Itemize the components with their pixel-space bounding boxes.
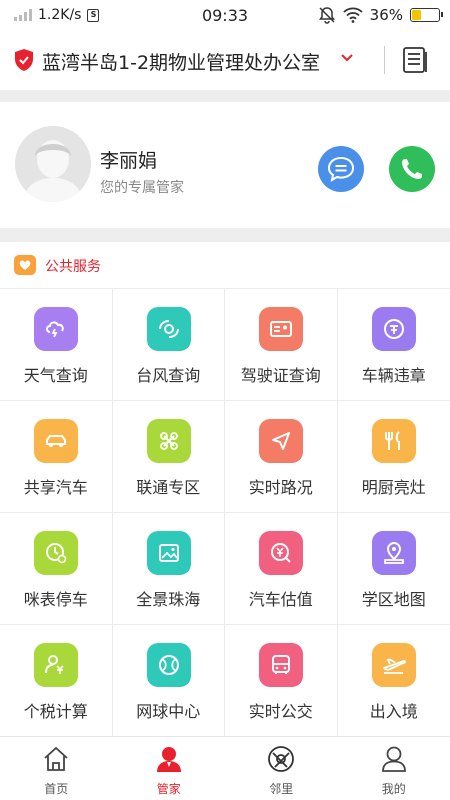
navigation-icon bbox=[259, 419, 303, 463]
service-item[interactable]: 车辆违章 bbox=[337, 289, 450, 401]
service-label: 明厨亮灶 bbox=[361, 478, 426, 497]
service-item[interactable]: 咪表停车 bbox=[0, 513, 113, 625]
phone-icon bbox=[402, 159, 422, 179]
service-item[interactable]: 个税计算 bbox=[0, 625, 113, 737]
service-label: 天气查询 bbox=[23, 366, 88, 385]
heart-hand-icon bbox=[14, 255, 36, 275]
id-card-icon bbox=[259, 307, 303, 351]
battery-percent: 36% bbox=[369, 6, 403, 24]
service-item[interactable]: 出入境 bbox=[337, 625, 450, 737]
chevron-down-icon[interactable] bbox=[340, 51, 354, 65]
service-label: 驾驶证查询 bbox=[240, 366, 321, 385]
service-label: 出入境 bbox=[369, 702, 418, 721]
tab-profile[interactable]: 我的 bbox=[338, 737, 450, 800]
neighbor-icon bbox=[268, 746, 294, 772]
service-label: 网球中心 bbox=[136, 702, 201, 721]
service-item[interactable]: 天气查询 bbox=[0, 289, 113, 401]
chat-icon bbox=[327, 156, 355, 183]
section-gap bbox=[0, 228, 450, 242]
service-item[interactable]: 实时公交 bbox=[225, 625, 338, 737]
tax-icon bbox=[34, 643, 78, 687]
service-label: 台风查询 bbox=[136, 366, 201, 385]
avatar[interactable] bbox=[15, 126, 91, 202]
service-item[interactable]: 共享汽车 bbox=[0, 401, 113, 513]
profile-icon bbox=[381, 746, 406, 772]
service-label: 共享汽车 bbox=[23, 478, 88, 497]
service-label: 实时公交 bbox=[248, 702, 313, 721]
service-label: 个税计算 bbox=[23, 702, 88, 721]
service-item[interactable]: 驾驶证查询 bbox=[225, 289, 338, 401]
divider bbox=[384, 46, 385, 74]
wifi-icon bbox=[343, 7, 363, 23]
service-label: 全景珠海 bbox=[136, 590, 201, 609]
service-item[interactable]: 明厨亮灶 bbox=[337, 401, 450, 513]
service-label: 车辆违章 bbox=[361, 366, 426, 385]
service-item[interactable]: 台风查询 bbox=[112, 289, 225, 401]
typhoon-icon bbox=[146, 307, 191, 351]
section-title: 公共服务 bbox=[45, 259, 101, 275]
tab-label: 邻里 bbox=[269, 782, 294, 796]
steward-icon bbox=[156, 747, 181, 772]
tab-label: 管家 bbox=[156, 782, 181, 796]
service-item[interactable]: 全景珠海 bbox=[112, 513, 225, 625]
cloud-icon bbox=[34, 307, 78, 351]
document-icon[interactable] bbox=[401, 46, 429, 74]
service-label: 学区地图 bbox=[361, 590, 426, 609]
tab-bar: 首页 管家 邻里 我的 bbox=[0, 736, 450, 800]
call-button[interactable] bbox=[389, 146, 435, 192]
parking-meter-icon bbox=[34, 531, 78, 575]
steward-card: 李丽娟 您的专属管家 bbox=[0, 102, 450, 228]
service-item[interactable]: 学区地图 bbox=[337, 513, 450, 625]
map-pin-icon bbox=[371, 531, 416, 575]
valuation-icon bbox=[259, 531, 303, 575]
public-services-header: 公共服务 bbox=[0, 242, 450, 288]
service-item[interactable]: 汽车估值 bbox=[225, 513, 338, 625]
service-item[interactable]: 实时路况 bbox=[225, 401, 338, 513]
steward-subtitle: 您的专属管家 bbox=[100, 180, 184, 196]
tennis-icon bbox=[146, 643, 191, 687]
service-label: 联通专区 bbox=[136, 478, 201, 497]
services-grid: 天气查询 台风查询 驾驶证查询 车辆违章共享汽车 联通专区 实时路况 明厨亮灶咪表停车 全景珠… bbox=[0, 288, 450, 737]
status-right: 36% bbox=[318, 6, 443, 24]
battery-icon bbox=[410, 8, 443, 22]
tab-label: 我的 bbox=[381, 782, 406, 796]
tab-neighbor[interactable]: 邻里 bbox=[225, 737, 338, 800]
service-label: 汽车估值 bbox=[248, 590, 313, 609]
service-item[interactable]: 联通专区 bbox=[112, 401, 225, 513]
unicom-icon bbox=[146, 419, 191, 463]
service-label: 实时路况 bbox=[248, 478, 313, 497]
steward-name: 李丽娟 bbox=[100, 150, 158, 172]
kitchen-icon bbox=[371, 419, 416, 463]
service-label: 咪表停车 bbox=[23, 590, 88, 609]
violation-icon bbox=[371, 307, 416, 351]
section-gap bbox=[0, 90, 450, 102]
message-button[interactable] bbox=[318, 146, 364, 192]
shield-icon bbox=[15, 49, 33, 71]
header: 蓝湾半岛1-2期物业管理处办公室 bbox=[0, 32, 450, 90]
home-icon bbox=[44, 746, 68, 771]
tab-home[interactable]: 首页 bbox=[0, 737, 113, 800]
avatar-placeholder-icon bbox=[15, 126, 91, 202]
panorama-icon bbox=[146, 531, 191, 575]
car-icon bbox=[34, 419, 78, 463]
plane-icon bbox=[371, 643, 416, 687]
status-bar: 1.2K/s S 09:33 36% bbox=[0, 0, 450, 32]
community-selector[interactable]: 蓝湾半岛1-2期物业管理处办公室 bbox=[42, 48, 320, 75]
bus-icon bbox=[259, 643, 303, 687]
mute-bell-icon bbox=[318, 7, 335, 24]
tab-steward[interactable]: 管家 bbox=[113, 737, 226, 800]
tab-label: 首页 bbox=[44, 782, 69, 796]
service-item[interactable]: 网球中心 bbox=[112, 625, 225, 737]
